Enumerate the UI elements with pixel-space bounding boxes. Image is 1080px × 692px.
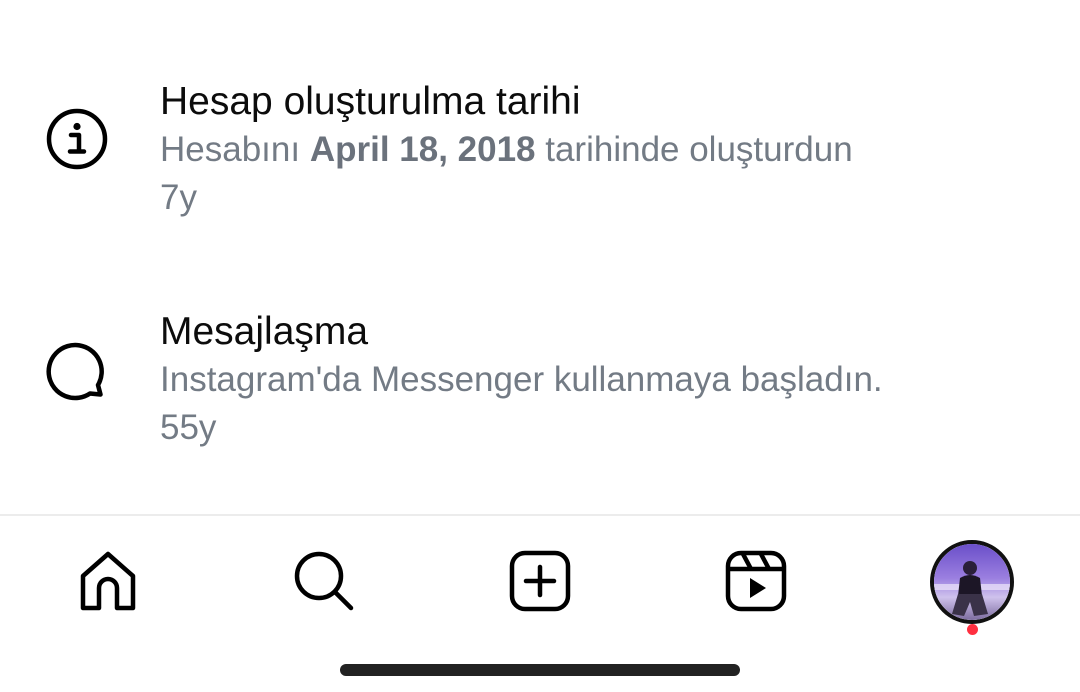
description-suffix: tarihinde oluşturdun <box>535 130 853 169</box>
search-icon <box>294 551 354 611</box>
tab-reels[interactable] <box>721 546 791 616</box>
activity-text: Hesap oluşturulma tarihi Hesabını April … <box>160 78 1040 222</box>
description-prefix: Hesabını <box>160 130 310 169</box>
tab-search[interactable] <box>289 546 359 616</box>
bottom-tab-bar <box>0 516 1080 646</box>
home-icon <box>80 551 136 611</box>
info-icon <box>44 106 110 172</box>
activity-description: Hesabını April 18, 2018 tarihinde oluştu… <box>160 126 1040 174</box>
home-indicator[interactable] <box>340 664 740 676</box>
message-bubble-icon <box>44 340 110 406</box>
activity-list: Hesap oluşturulma tarihi Hesabını April … <box>0 0 1080 514</box>
activity-text: Mesajlaşma Instagram'da Messenger kullan… <box>160 308 1040 452</box>
activity-title: Hesap oluşturulma tarihi <box>160 80 581 123</box>
profile-notification-dot <box>967 624 978 635</box>
creation-date: April 18, 2018 <box>309 130 536 169</box>
profile-photo <box>934 544 1010 620</box>
activity-title: Mesajlaşma <box>160 310 369 353</box>
activity-timestamp: 7y <box>160 178 197 217</box>
tab-create[interactable] <box>505 546 575 616</box>
activity-timestamp: 55y <box>160 408 217 447</box>
activity-description: Instagram'da Messenger kullanmaya başlad… <box>160 360 883 399</box>
create-icon <box>509 550 571 612</box>
profile-avatar[interactable] <box>930 540 1014 624</box>
reels-icon <box>725 550 787 612</box>
tab-home[interactable] <box>73 546 143 616</box>
